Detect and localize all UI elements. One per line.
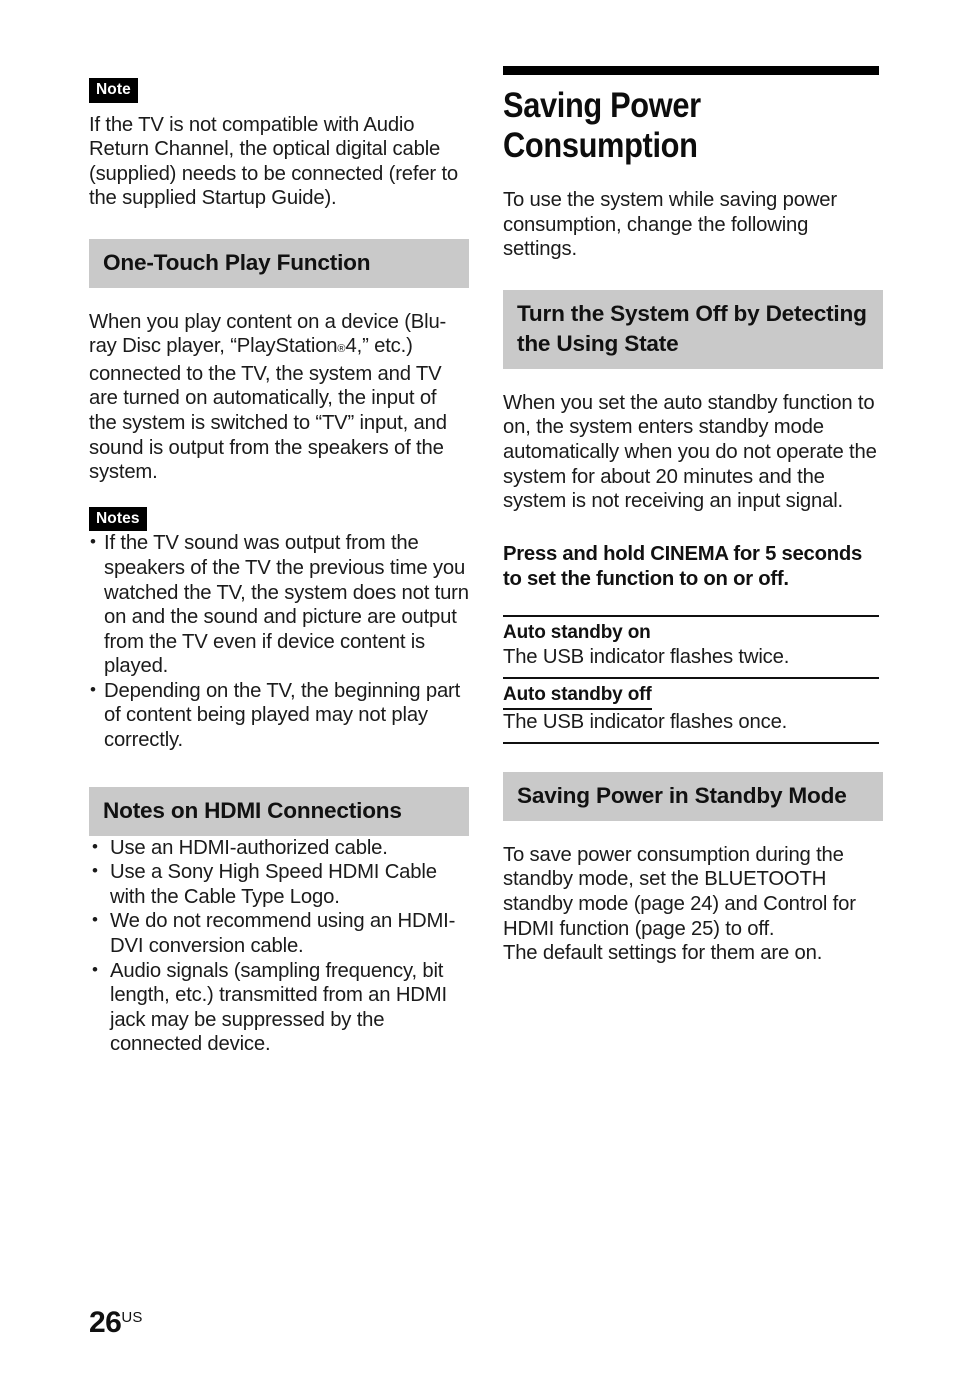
list-item: Use an HDMI-authorized cable. xyxy=(89,835,469,861)
list-item: Depending on the TV, the beginning part … xyxy=(89,678,469,753)
one-touch-play-heading: One-Touch Play Function xyxy=(89,238,469,288)
document-page: Note If the TV is not compatible with Au… xyxy=(0,0,954,1373)
table-row: Auto standby off The USB indicator flash… xyxy=(503,679,879,742)
one-touch-play-body: When you play content on a device (Blu-r… xyxy=(89,310,469,485)
one-touch-notes-list: If the TV sound was output from the spea… xyxy=(89,530,469,753)
note-tag-label: Note xyxy=(89,78,138,103)
chapter-rule xyxy=(503,66,879,75)
hdmi-connections-heading: Notes on HDMI Connections xyxy=(89,786,469,836)
note-tag: Note xyxy=(89,78,469,103)
registered-mark-icon: ® xyxy=(337,343,346,356)
list-item: Audio signals (sampling frequency, bit l… xyxy=(89,958,469,1057)
page-title: Saving Power Consumption xyxy=(503,86,701,165)
auto-standby-table: Auto standby on The USB indicator flashe… xyxy=(503,614,879,744)
table-row-term: Auto standby on xyxy=(503,621,651,643)
table-row-description: The USB indicator flashes once. xyxy=(503,710,788,733)
table-row: Auto standby on The USB indicator flashe… xyxy=(503,617,879,677)
standby-saving-body: To save power consumption during the sta… xyxy=(503,843,856,965)
list-item: If the TV sound was output from the spea… xyxy=(89,530,469,679)
page-region-suffix: US xyxy=(121,1309,143,1326)
auto-standby-heading: Turn the System Off by Detecting the Usi… xyxy=(503,289,883,369)
auto-standby-body: When you set the auto standby function t… xyxy=(503,391,877,513)
notes-tag-label: Notes xyxy=(89,506,147,532)
note-body-text: If the TV is not compatible with Audio R… xyxy=(89,113,459,210)
notes-tag: Notes xyxy=(89,506,469,532)
table-rule-bottom xyxy=(503,741,879,744)
hdmi-notes-list: Use an HDMI-authorized cable. Use a Sony… xyxy=(89,835,469,1057)
page-number: 26 xyxy=(89,1306,122,1339)
page-folio: 26US xyxy=(89,1306,143,1340)
chapter-intro-text: To use the system while saving power con… xyxy=(503,189,837,261)
one-touch-body-part2: 4,” etc.) connected to the TV, the syste… xyxy=(89,335,447,484)
table-row-term: Auto standby off xyxy=(503,679,652,710)
table-row-description: The USB indicator flashes twice. xyxy=(503,645,790,668)
list-item: Use a Sony High Speed HDMI Cable with th… xyxy=(89,859,469,909)
standby-saving-heading: Saving Power in Standby Mode xyxy=(503,771,883,821)
left-column: Note If the TV is not compatible with Au… xyxy=(89,78,469,1057)
list-item: We do not recommend using an HDMI-DVI co… xyxy=(89,908,469,958)
auto-standby-instruction: Press and hold CINEMA for 5 seconds to s… xyxy=(503,542,863,591)
right-column: Saving Power Consumption To use the syst… xyxy=(503,66,883,966)
